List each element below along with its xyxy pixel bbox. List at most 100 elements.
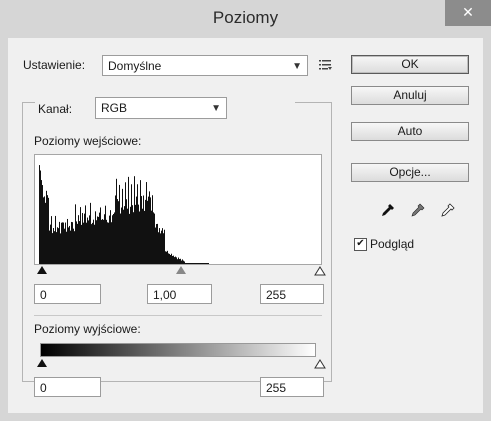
histogram-bar [147, 200, 148, 264]
input-black-slider[interactable] [37, 266, 47, 274]
histogram-bar [98, 216, 99, 264]
histogram-bar [78, 215, 79, 264]
list-menu-icon[interactable] [318, 57, 334, 73]
histogram-bar [105, 205, 106, 264]
histogram-bar [120, 213, 121, 264]
histogram-bar [94, 224, 95, 264]
histogram-bar [153, 212, 154, 264]
histogram-bar [56, 232, 57, 264]
histogram-bar [144, 210, 145, 264]
histogram-bar [72, 222, 73, 264]
histogram-bar [136, 196, 137, 264]
histogram-bar [101, 219, 102, 264]
histogram-bar [66, 231, 67, 264]
histogram-bar [126, 199, 127, 264]
histogram-bar [180, 258, 181, 264]
output-white-slider[interactable] [314, 358, 326, 372]
histogram-bar [114, 212, 115, 264]
histogram-bar [176, 257, 177, 264]
input-white-field[interactable]: 255 [260, 284, 324, 304]
histogram-bar [41, 180, 42, 264]
channel-select[interactable]: RGB ▼ [95, 97, 227, 119]
black-eyedropper-icon[interactable] [381, 203, 395, 220]
histogram-bar [88, 220, 89, 264]
histogram-bar [182, 259, 183, 264]
gray-eyedropper-icon[interactable] [411, 203, 425, 220]
histogram-bar [112, 215, 113, 264]
preset-select[interactable]: Domyślne ▼ [102, 55, 308, 76]
title-bar[interactable]: Poziomy ✕ [0, 0, 491, 36]
histogram-bar [179, 259, 180, 264]
histogram-bar [85, 205, 86, 264]
histogram-bar [44, 196, 45, 264]
histogram-bar [97, 216, 98, 264]
input-gamma-slider[interactable] [176, 266, 186, 274]
histogram-bar [82, 213, 83, 264]
histogram-bar [64, 228, 65, 264]
histogram-bar [148, 196, 149, 264]
output-white-field[interactable]: 255 [260, 377, 324, 397]
histogram-bar [58, 228, 59, 264]
histogram-bar [59, 221, 60, 264]
histogram-bar [163, 233, 164, 264]
histogram-bar [130, 206, 131, 264]
auto-button[interactable]: Auto [351, 122, 469, 141]
histogram-bar [75, 204, 76, 264]
histogram-bar [165, 251, 166, 264]
histogram-bar [69, 225, 70, 264]
histogram-bar [54, 231, 55, 264]
histogram-bar [175, 256, 176, 264]
histogram-bar [93, 219, 94, 264]
histogram-bar [42, 185, 43, 264]
preset-value: Domyślne [108, 59, 162, 73]
histogram-bar [74, 231, 75, 264]
output-gradient [40, 343, 316, 357]
histogram-bar [177, 259, 178, 264]
close-button[interactable]: ✕ [445, 0, 491, 26]
histogram-bar [118, 201, 119, 264]
histogram-bar [158, 232, 159, 264]
histogram-bar [76, 221, 77, 264]
ok-button[interactable]: OK [351, 55, 469, 74]
histogram-bar [142, 208, 143, 264]
preview-checkbox[interactable]: ✔ [354, 238, 367, 251]
histogram-bar [129, 213, 130, 264]
histogram-bar [128, 176, 129, 264]
histogram-bar [87, 217, 88, 264]
histogram-bar [81, 224, 82, 264]
histogram-bar [132, 205, 133, 264]
histogram-bar [104, 214, 105, 264]
histogram-bar [183, 260, 184, 264]
histogram-bar [127, 208, 128, 264]
histogram-bar [167, 250, 168, 264]
white-eyedropper-icon[interactable] [441, 203, 455, 220]
histogram-bar [62, 222, 63, 264]
channel-label: Kanał: [38, 102, 73, 116]
histogram-bar [113, 213, 114, 264]
histogram-bar [116, 178, 117, 264]
options-button[interactable]: Opcje... [351, 163, 469, 182]
histogram-graph [39, 165, 209, 264]
input-black-field[interactable]: 0 [34, 284, 101, 304]
input-white-slider[interactable] [314, 265, 326, 279]
histogram-bar [162, 228, 163, 264]
output-black-field[interactable]: 0 [34, 377, 101, 397]
histogram-bar [164, 229, 165, 264]
preview-label: Podgląd [370, 237, 415, 251]
input-gamma-field[interactable]: 1,00 [147, 284, 212, 304]
histogram-bar [122, 188, 123, 264]
output-black-slider[interactable] [37, 359, 47, 367]
histogram-bar [139, 211, 140, 264]
histogram-bar [79, 221, 80, 264]
histogram-bar [67, 218, 68, 264]
histogram-tail [185, 263, 209, 264]
output-levels-label: Poziomy wyjściowe: [34, 322, 141, 336]
histogram-bar [138, 204, 139, 264]
histogram-bar [51, 216, 52, 264]
cancel-button[interactable]: Anuluj [351, 86, 469, 105]
histogram-bar [115, 195, 116, 264]
histogram-bar [134, 176, 135, 264]
histogram-bar [68, 227, 69, 264]
histogram-bar [53, 228, 54, 264]
histogram-bar [111, 222, 112, 264]
